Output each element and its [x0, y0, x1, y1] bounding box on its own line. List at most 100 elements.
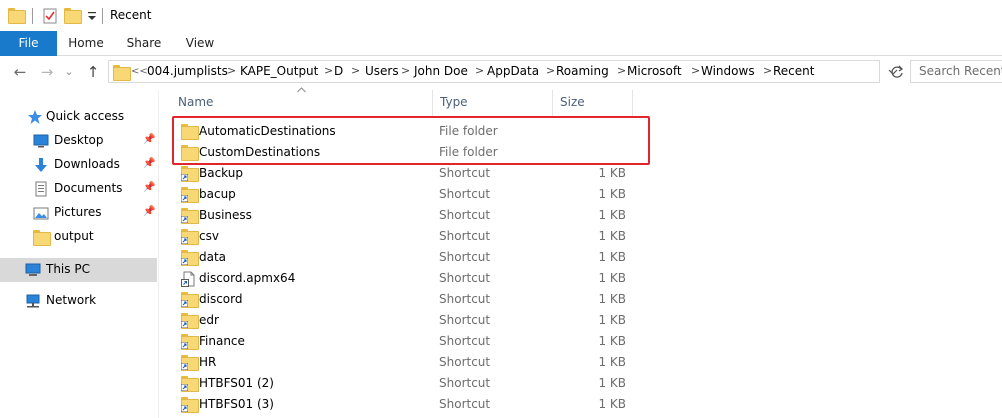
folder-shortcut-icon — [181, 376, 199, 392]
up-button[interactable]: ↑ — [84, 62, 102, 82]
nav-downloads[interactable]: Downloads 📌 — [0, 154, 158, 176]
list-item[interactable]: bacup Shortcut 1 KB — [176, 184, 636, 205]
breadcrumb-kape-output[interactable]: KAPE_Output — [240, 64, 318, 78]
file-name: discord — [199, 292, 243, 306]
list-item[interactable]: discord Shortcut 1 KB — [176, 289, 636, 310]
list-item[interactable]: Business Shortcut 1 KB — [176, 205, 636, 226]
address-bar[interactable]: << 004.jumplists > KAPE_Output > D > Use… — [108, 60, 880, 83]
forward-button[interactable]: → — [38, 62, 56, 82]
breadcrumb-separator[interactable]: > — [546, 64, 555, 77]
breadcrumb-appdata[interactable]: AppData — [487, 64, 539, 78]
customize-dropdown-icon[interactable] — [84, 8, 100, 24]
tab-view[interactable]: View — [176, 31, 224, 56]
list-item[interactable]: discord.apmx64 Shortcut 1 KB — [176, 268, 636, 289]
file-size: 1 KB — [598, 271, 626, 285]
nav-pictures[interactable]: Pictures 📌 — [0, 202, 158, 224]
file-name: discord.apmx64 — [199, 271, 296, 285]
nav-label: Desktop — [54, 133, 104, 147]
title-bar: Recent — [0, 0, 1002, 31]
nav-documents[interactable]: Documents 📌 — [0, 178, 158, 200]
properties-icon[interactable] — [42, 8, 58, 24]
file-name: bacup — [199, 187, 236, 201]
list-item[interactable]: HTBFS01 (3) Shortcut 1 KB — [176, 394, 636, 415]
search-input[interactable]: Search Recent — [919, 64, 1002, 78]
nav-this-pc[interactable]: This PC — [0, 258, 157, 282]
list-item[interactable]: Finance Shortcut 1 KB — [176, 331, 636, 352]
file-size: 1 KB — [598, 250, 626, 264]
file-size: 1 KB — [598, 166, 626, 180]
file-type: Shortcut — [439, 271, 491, 285]
breadcrumb-separator[interactable]: > — [227, 64, 236, 77]
refresh-button[interactable] — [888, 61, 906, 83]
file-type: Shortcut — [439, 334, 491, 348]
refresh-icon — [891, 65, 904, 78]
folder-shortcut-icon — [181, 397, 199, 413]
breadcrumb-d[interactable]: D — [334, 64, 343, 78]
breadcrumb-overflow[interactable]: << — [131, 66, 148, 77]
file-type: Shortcut — [439, 292, 491, 306]
file-type: Shortcut — [439, 313, 491, 327]
list-item[interactable]: CustomDestinations File folder — [176, 142, 636, 163]
breadcrumb-separator[interactable]: > — [401, 64, 410, 77]
breadcrumb-separator[interactable]: > — [324, 64, 333, 77]
breadcrumb-separator[interactable]: > — [475, 64, 484, 77]
list-item[interactable]: edr Shortcut 1 KB — [176, 310, 636, 331]
new-folder-icon[interactable] — [64, 8, 82, 24]
breadcrumb-separator[interactable]: > — [763, 64, 772, 77]
nav-desktop[interactable]: Desktop 📌 — [0, 130, 158, 152]
list-item[interactable]: Backup Shortcut 1 KB — [176, 163, 636, 184]
folder-shortcut-icon — [181, 208, 199, 224]
star-icon — [28, 110, 42, 124]
file-size: 1 KB — [598, 208, 626, 222]
qat-separator — [32, 8, 33, 24]
breadcrumb-recent[interactable]: Recent — [773, 64, 814, 78]
breadcrumb-microsoft[interactable]: Microsoft — [627, 64, 682, 78]
breadcrumb-windows[interactable]: Windows — [701, 64, 755, 78]
file-size: 1 KB — [598, 313, 626, 327]
breadcrumb-separator[interactable]: > — [691, 64, 700, 77]
search-box[interactable]: Search Recent — [910, 60, 1002, 83]
file-name: HTBFS01 (3) — [199, 397, 274, 411]
file-name: edr — [199, 313, 219, 327]
list-item[interactable]: csv Shortcut 1 KB — [176, 226, 636, 247]
documents-icon — [35, 181, 47, 197]
breadcrumb-users[interactable]: Users — [365, 64, 399, 78]
nav-label: output — [54, 229, 94, 243]
file-name: AutomaticDestinations — [199, 124, 336, 138]
nav-output[interactable]: output — [0, 226, 158, 248]
file-name: Finance — [199, 334, 245, 348]
pin-icon[interactable]: 📌 — [143, 158, 155, 169]
column-divider[interactable] — [632, 90, 633, 116]
list-item[interactable]: HTBFS01 (2) Shortcut 1 KB — [176, 373, 636, 394]
breadcrumb-separator[interactable]: > — [351, 64, 360, 77]
column-header-size[interactable]: Size — [552, 90, 632, 114]
breadcrumb-roaming[interactable]: Roaming — [556, 64, 609, 78]
column-header-name[interactable]: Name — [170, 90, 432, 114]
breadcrumb-separator[interactable]: > — [617, 64, 626, 77]
pin-icon[interactable]: 📌 — [143, 182, 155, 193]
nav-network[interactable]: Network — [0, 290, 158, 312]
list-item[interactable]: AutomaticDestinations File folder — [176, 121, 636, 142]
tab-home[interactable]: Home — [60, 31, 112, 56]
tab-share[interactable]: Share — [118, 31, 170, 56]
folder-shortcut-icon — [181, 229, 199, 245]
recent-locations-button[interactable]: ⌄ — [62, 62, 76, 82]
back-button[interactable]: ← — [10, 62, 30, 82]
nav-quick-access[interactable]: Quick access — [0, 106, 158, 128]
breadcrumb-004-jumplists[interactable]: 004.jumplists — [147, 64, 228, 78]
pin-icon[interactable]: 📌 — [143, 206, 155, 217]
computer-icon — [25, 263, 41, 276]
nav-label: Quick access — [46, 109, 125, 123]
pin-icon[interactable]: 📌 — [143, 134, 155, 145]
file-type: Shortcut — [439, 355, 491, 369]
pane-splitter[interactable] — [158, 90, 159, 418]
folder-icon[interactable] — [8, 8, 26, 24]
file-size: 1 KB — [598, 355, 626, 369]
up-arrow-icon: ↑ — [86, 63, 100, 81]
tab-file[interactable]: File — [0, 31, 57, 56]
file-size: 1 KB — [598, 187, 626, 201]
breadcrumb-john-doe[interactable]: John Doe — [414, 64, 468, 78]
list-item[interactable]: HR Shortcut 1 KB — [176, 352, 636, 373]
column-header-type[interactable]: Type — [432, 90, 552, 114]
list-item[interactable]: data Shortcut 1 KB — [176, 247, 636, 268]
